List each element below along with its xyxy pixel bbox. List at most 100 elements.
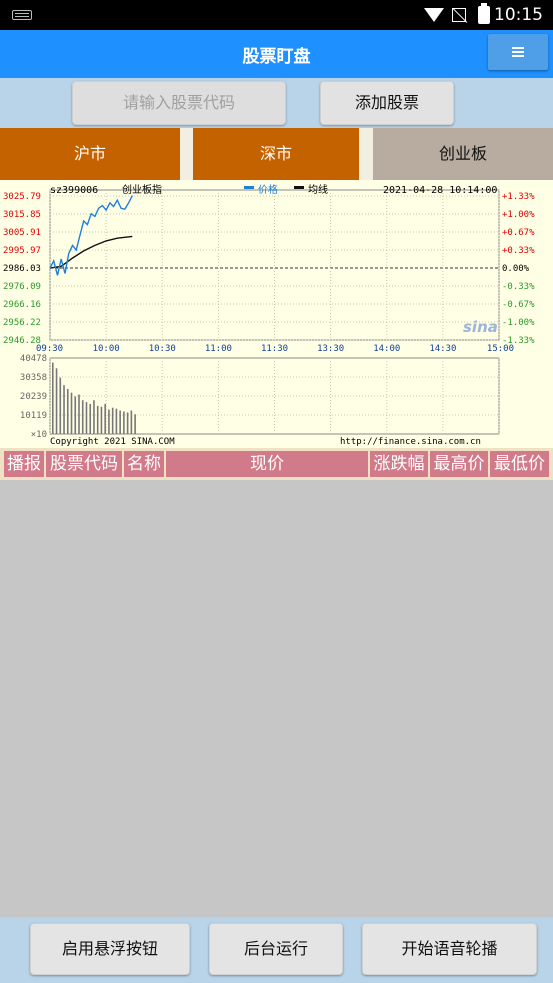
- volume-bar: [78, 394, 80, 434]
- volume-bar: [70, 392, 73, 434]
- x-tick: 11:30: [261, 344, 288, 354]
- y-left-tick: 2986.03: [3, 264, 41, 274]
- volume-bar: [134, 414, 136, 434]
- column-header-low[interactable]: 最低价: [490, 451, 549, 477]
- y-right-tick: +0.33%: [502, 246, 535, 256]
- y-left-tick: 2966.16: [3, 300, 41, 310]
- x-tick: 09:30: [36, 344, 63, 354]
- app-root: 10:15 股票盯盘 请输入股票代码 添加股票 沪市 深市 创业板 sz3990…: [0, 0, 553, 983]
- hamburger-icon: [512, 47, 524, 49]
- sina-watermark: sina: [463, 318, 498, 336]
- chart-copyright: Copyright 2021 SINA.COM: [50, 437, 175, 447]
- volume-bar: [126, 412, 129, 434]
- x-tick: 13:30: [317, 344, 344, 354]
- column-header-broadcast[interactable]: 播报: [4, 451, 44, 477]
- chart-source-url: http://finance.sina.com.cn: [340, 437, 481, 447]
- background-run-button[interactable]: 后台运行: [209, 923, 343, 975]
- volume-bar: [93, 400, 95, 434]
- add-stock-button[interactable]: 添加股票: [320, 81, 454, 125]
- x-tick: 14:30: [429, 344, 456, 354]
- chart-grid: [49, 190, 500, 434]
- volume-bar: [115, 408, 118, 434]
- volume-bar: [59, 377, 62, 434]
- volume-bar: [130, 410, 133, 434]
- volume-bar: [111, 407, 114, 434]
- volume-tick: 30358: [20, 373, 47, 383]
- start-voice-button[interactable]: 开始语音轮播: [362, 923, 537, 975]
- volume-bar: [85, 402, 88, 434]
- x-ticks: 09:30 10:00 10:30 11:00 11:30 13:30 14:00 14:30…: [36, 344, 514, 354]
- column-header-name[interactable]: 名称: [124, 451, 164, 477]
- index-chart: sz399006 创业板指 价格 均线 2021-04-28 10:14:00 …: [0, 180, 553, 448]
- chart-code: sz399006: [50, 185, 98, 196]
- tab-chinext[interactable]: 创业板: [373, 128, 553, 180]
- volume-tick: 10119: [20, 411, 47, 421]
- volume-ticks: 40478 30358 20239 10119 ×10: [20, 354, 47, 440]
- no-sim-icon: [452, 8, 466, 22]
- menu-button[interactable]: [488, 34, 548, 70]
- y-right-tick: +1.00%: [502, 210, 535, 220]
- y-right-tick: 0.00%: [502, 264, 530, 274]
- search-row: 请输入股票代码 添加股票: [0, 78, 553, 128]
- column-header-high[interactable]: 最高价: [430, 451, 488, 477]
- volume-bar: [74, 396, 77, 434]
- tab-shenzhen[interactable]: 深市: [193, 128, 359, 180]
- wifi-icon: [424, 8, 444, 22]
- stock-code-input[interactable]: 请输入股票代码: [72, 81, 286, 125]
- volume-bar: [96, 405, 99, 434]
- x-tick: 10:00: [93, 344, 120, 354]
- volume-bar: [63, 385, 65, 434]
- y-right-tick: +0.67%: [502, 228, 535, 238]
- stock-list[interactable]: [0, 480, 553, 917]
- volume-bar: [81, 400, 84, 434]
- x-tick: 14:00: [373, 344, 400, 354]
- legend-price-label: 价格: [258, 183, 278, 196]
- enable-float-button[interactable]: 启用悬浮按钮: [30, 923, 190, 975]
- chart-index-name: 创业板指: [122, 183, 162, 196]
- volume-bar: [52, 362, 54, 434]
- legend-avg-label: 均线: [308, 183, 328, 196]
- volume-bar: [104, 403, 106, 434]
- battery-charging-icon: [478, 3, 490, 24]
- volume-bars: [52, 362, 136, 434]
- stock-table-header: 播报 股票代码 名称 现价 涨跌幅 最高价 最低价: [0, 448, 553, 480]
- y-left-tick: 3005.91: [3, 228, 41, 238]
- y-right-tick: -1.00%: [502, 318, 535, 328]
- x-tick: 11:00: [205, 344, 232, 354]
- column-header-price[interactable]: 现价: [166, 451, 368, 477]
- volume-bar: [123, 411, 125, 434]
- status-bar: 10:15: [0, 0, 553, 30]
- y-right-tick: +1.33%: [502, 192, 535, 202]
- volume-bar: [66, 388, 69, 434]
- volume-tick: 20239: [20, 392, 47, 402]
- column-header-change[interactable]: 涨跌幅: [370, 451, 428, 477]
- clock: 10:15: [494, 5, 543, 25]
- legend-avg-swatch: [294, 186, 304, 189]
- y-right-tick: -0.33%: [502, 282, 535, 292]
- volume-tick: 40478: [20, 354, 47, 364]
- page-title: 股票盯盘: [242, 47, 311, 67]
- legend-price-swatch: [244, 186, 254, 189]
- y-right-ticks: +1.33% +1.00% +0.67% +0.33% 0.00% -0.33% -0.67…: [502, 192, 535, 346]
- volume-tick: ×10: [31, 430, 47, 440]
- y-left-tick: 3025.79: [3, 192, 41, 202]
- bottom-bar: 启用悬浮按钮 后台运行 开始语音轮播: [0, 917, 553, 983]
- chart-svg: sz399006 创业板指 价格 均线 2021-04-28 10:14:00 …: [3, 183, 535, 447]
- y-left-tick: 2956.22: [3, 318, 41, 328]
- y-left-tick: 2995.97: [3, 246, 41, 256]
- chart-datetime: 2021-04-28 10:14:00: [383, 185, 497, 196]
- keyboard-icon: [12, 10, 32, 20]
- market-tabs: 沪市 深市 创业板: [0, 128, 553, 180]
- x-tick: 10:30: [149, 344, 176, 354]
- x-tick: 15:00: [487, 344, 514, 354]
- volume-bar: [100, 406, 103, 434]
- column-header-code[interactable]: 股票代码: [46, 451, 122, 477]
- y-left-tick: 2976.09: [3, 282, 41, 292]
- tab-shanghai[interactable]: 沪市: [0, 128, 180, 180]
- volume-bar: [55, 368, 58, 434]
- y-left-tick: 3015.85: [3, 210, 41, 220]
- volume-bar: [119, 410, 121, 434]
- y-right-tick: -0.67%: [502, 300, 535, 310]
- volume-bar: [108, 409, 110, 434]
- volume-bar: [89, 403, 92, 434]
